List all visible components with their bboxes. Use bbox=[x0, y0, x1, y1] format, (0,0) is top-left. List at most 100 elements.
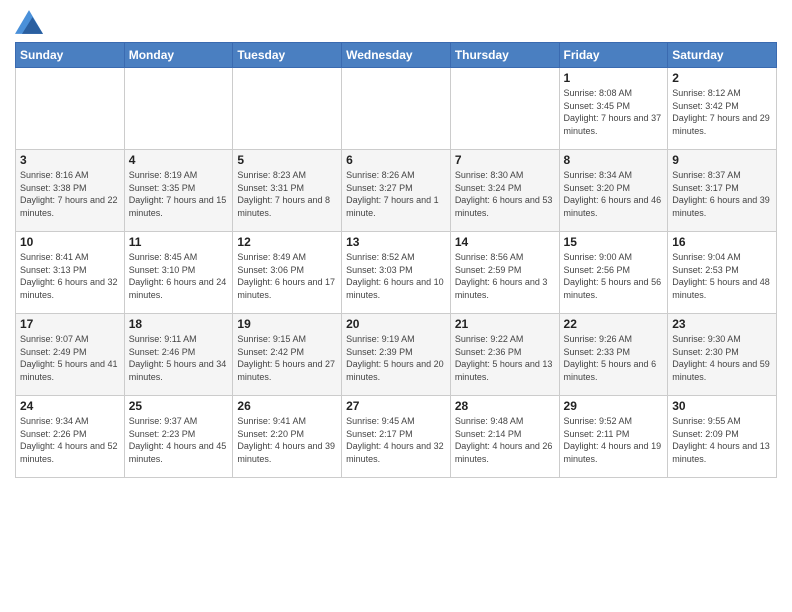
calendar-cell: 3 Sunrise: 8:16 AM Sunset: 3:38 PM Daylig… bbox=[16, 150, 125, 232]
calendar-cell: 15 Sunrise: 9:00 AM Sunset: 2:56 PM Dayli… bbox=[559, 232, 668, 314]
calendar-cell: 23Sunrise: 9:30 AM Sunset: 2:30 PM Dayli… bbox=[668, 314, 777, 396]
day-number: 22 bbox=[564, 317, 664, 331]
day-number: 5 bbox=[237, 153, 337, 167]
calendar-cell bbox=[233, 68, 342, 150]
day-info: Sunrise: 9:52 AM Sunset: 2:11 PM Dayligh… bbox=[564, 415, 664, 465]
calendar-cell: 29 Sunrise: 9:52 AM Sunset: 2:11 PM Dayli… bbox=[559, 396, 668, 478]
day-number: 27 bbox=[346, 399, 446, 413]
calendar-cell: 28Sunrise: 9:48 AM Sunset: 2:14 PM Dayli… bbox=[450, 396, 559, 478]
calendar-cell: 16 Sunrise: 9:04 AM Sunset: 2:53 PM Dayli… bbox=[668, 232, 777, 314]
calendar-cell: 7 Sunrise: 8:30 AM Sunset: 3:24 PM Daylig… bbox=[450, 150, 559, 232]
day-number: 2 bbox=[672, 71, 772, 85]
calendar-cell: 21Sunrise: 9:22 AM Sunset: 2:36 PM Dayli… bbox=[450, 314, 559, 396]
day-info: Sunrise: 8:49 AM Sunset: 3:06 PM Dayligh… bbox=[237, 251, 337, 301]
day-info: Sunrise: 9:30 AM Sunset: 2:30 PM Dayligh… bbox=[672, 333, 772, 383]
day-info: Sunrise: 9:07 AM Sunset: 2:49 PM Dayligh… bbox=[20, 333, 120, 383]
day-info: Sunrise: 8:23 AM Sunset: 3:31 PM Dayligh… bbox=[237, 169, 337, 219]
calendar-cell bbox=[450, 68, 559, 150]
day-info: Sunrise: 8:30 AM Sunset: 3:24 PM Dayligh… bbox=[455, 169, 555, 219]
calendar-cell: 6 Sunrise: 8:26 AM Sunset: 3:27 PM Daylig… bbox=[342, 150, 451, 232]
calendar-table: SundayMondayTuesdayWednesdayThursdayFrid… bbox=[15, 42, 777, 478]
day-info: Sunrise: 9:22 AM Sunset: 2:36 PM Dayligh… bbox=[455, 333, 555, 383]
day-info: Sunrise: 9:41 AM Sunset: 2:20 PM Dayligh… bbox=[237, 415, 337, 465]
calendar-week-1: 1Sunrise: 8:08 AM Sunset: 3:45 PM Daylig… bbox=[16, 68, 777, 150]
calendar-cell: 20Sunrise: 9:19 AM Sunset: 2:39 PM Dayli… bbox=[342, 314, 451, 396]
day-info: Sunrise: 8:37 AM Sunset: 3:17 PM Dayligh… bbox=[672, 169, 772, 219]
day-info: Sunrise: 8:26 AM Sunset: 3:27 PM Dayligh… bbox=[346, 169, 446, 219]
day-info: Sunrise: 8:41 AM Sunset: 3:13 PM Dayligh… bbox=[20, 251, 120, 301]
day-number: 15 bbox=[564, 235, 664, 249]
day-number: 26 bbox=[237, 399, 337, 413]
day-info: Sunrise: 8:08 AM Sunset: 3:45 PM Dayligh… bbox=[564, 87, 664, 137]
calendar-week-5: 24 Sunrise: 9:34 AM Sunset: 2:26 PM Dayli… bbox=[16, 396, 777, 478]
calendar-week-3: 10 Sunrise: 8:41 AM Sunset: 3:13 PM Dayli… bbox=[16, 232, 777, 314]
weekday-header-tuesday: Tuesday bbox=[233, 43, 342, 68]
calendar-cell: 26 Sunrise: 9:41 AM Sunset: 2:20 PM Dayli… bbox=[233, 396, 342, 478]
calendar-cell: 19 Sunrise: 9:15 AM Sunset: 2:42 PM Dayli… bbox=[233, 314, 342, 396]
calendar-cell: 10 Sunrise: 8:41 AM Sunset: 3:13 PM Dayli… bbox=[16, 232, 125, 314]
calendar-cell: 9 Sunrise: 8:37 AM Sunset: 3:17 PM Daylig… bbox=[668, 150, 777, 232]
weekday-header-monday: Monday bbox=[124, 43, 233, 68]
calendar-cell: 5 Sunrise: 8:23 AM Sunset: 3:31 PM Daylig… bbox=[233, 150, 342, 232]
calendar-week-4: 17 Sunrise: 9:07 AM Sunset: 2:49 PM Dayli… bbox=[16, 314, 777, 396]
weekday-header-sunday: Sunday bbox=[16, 43, 125, 68]
day-number: 7 bbox=[455, 153, 555, 167]
weekday-header-wednesday: Wednesday bbox=[342, 43, 451, 68]
day-number: 14 bbox=[455, 235, 555, 249]
day-number: 20 bbox=[346, 317, 446, 331]
calendar-cell bbox=[124, 68, 233, 150]
calendar-week-2: 3 Sunrise: 8:16 AM Sunset: 3:38 PM Daylig… bbox=[16, 150, 777, 232]
day-number: 13 bbox=[346, 235, 446, 249]
calendar-cell bbox=[342, 68, 451, 150]
calendar-header-row: SundayMondayTuesdayWednesdayThursdayFrid… bbox=[16, 43, 777, 68]
day-info: Sunrise: 8:34 AM Sunset: 3:20 PM Dayligh… bbox=[564, 169, 664, 219]
day-number: 29 bbox=[564, 399, 664, 413]
day-number: 17 bbox=[20, 317, 120, 331]
day-number: 25 bbox=[129, 399, 229, 413]
logo bbox=[15, 10, 47, 34]
calendar-cell bbox=[16, 68, 125, 150]
weekday-header-saturday: Saturday bbox=[668, 43, 777, 68]
calendar-cell: 30 Sunrise: 9:55 AM Sunset: 2:09 PM Dayli… bbox=[668, 396, 777, 478]
day-info: Sunrise: 8:16 AM Sunset: 3:38 PM Dayligh… bbox=[20, 169, 120, 219]
day-info: Sunrise: 8:56 AM Sunset: 2:59 PM Dayligh… bbox=[455, 251, 555, 301]
calendar-cell: 11 Sunrise: 8:45 AM Sunset: 3:10 PM Dayli… bbox=[124, 232, 233, 314]
logo-icon bbox=[15, 10, 43, 34]
day-info: Sunrise: 9:26 AM Sunset: 2:33 PM Dayligh… bbox=[564, 333, 664, 383]
calendar-cell: 17 Sunrise: 9:07 AM Sunset: 2:49 PM Dayli… bbox=[16, 314, 125, 396]
weekday-header-thursday: Thursday bbox=[450, 43, 559, 68]
day-info: Sunrise: 9:15 AM Sunset: 2:42 PM Dayligh… bbox=[237, 333, 337, 383]
day-number: 18 bbox=[129, 317, 229, 331]
day-number: 16 bbox=[672, 235, 772, 249]
day-number: 9 bbox=[672, 153, 772, 167]
day-number: 6 bbox=[346, 153, 446, 167]
calendar-cell: 4Sunrise: 8:19 AM Sunset: 3:35 PM Daylig… bbox=[124, 150, 233, 232]
day-info: Sunrise: 9:34 AM Sunset: 2:26 PM Dayligh… bbox=[20, 415, 120, 465]
calendar-cell: 2 Sunrise: 8:12 AM Sunset: 3:42 PM Daylig… bbox=[668, 68, 777, 150]
calendar-cell: 1Sunrise: 8:08 AM Sunset: 3:45 PM Daylig… bbox=[559, 68, 668, 150]
day-info: Sunrise: 9:37 AM Sunset: 2:23 PM Dayligh… bbox=[129, 415, 229, 465]
day-info: Sunrise: 8:52 AM Sunset: 3:03 PM Dayligh… bbox=[346, 251, 446, 301]
calendar-cell: 13 Sunrise: 8:52 AM Sunset: 3:03 PM Dayli… bbox=[342, 232, 451, 314]
calendar-cell: 22 Sunrise: 9:26 AM Sunset: 2:33 PM Dayli… bbox=[559, 314, 668, 396]
day-number: 3 bbox=[20, 153, 120, 167]
day-info: Sunrise: 9:55 AM Sunset: 2:09 PM Dayligh… bbox=[672, 415, 772, 465]
day-info: Sunrise: 9:45 AM Sunset: 2:17 PM Dayligh… bbox=[346, 415, 446, 465]
day-info: Sunrise: 8:45 AM Sunset: 3:10 PM Dayligh… bbox=[129, 251, 229, 301]
day-number: 12 bbox=[237, 235, 337, 249]
calendar-cell: 8 Sunrise: 8:34 AM Sunset: 3:20 PM Daylig… bbox=[559, 150, 668, 232]
day-info: Sunrise: 8:12 AM Sunset: 3:42 PM Dayligh… bbox=[672, 87, 772, 137]
day-number: 24 bbox=[20, 399, 120, 413]
day-number: 11 bbox=[129, 235, 229, 249]
day-info: Sunrise: 9:11 AM Sunset: 2:46 PM Dayligh… bbox=[129, 333, 229, 383]
day-number: 30 bbox=[672, 399, 772, 413]
day-info: Sunrise: 9:04 AM Sunset: 2:53 PM Dayligh… bbox=[672, 251, 772, 301]
day-number: 8 bbox=[564, 153, 664, 167]
header bbox=[15, 10, 777, 34]
calendar-cell: 12 Sunrise: 8:49 AM Sunset: 3:06 PM Dayli… bbox=[233, 232, 342, 314]
day-info: Sunrise: 8:19 AM Sunset: 3:35 PM Dayligh… bbox=[129, 169, 229, 219]
day-number: 10 bbox=[20, 235, 120, 249]
day-info: Sunrise: 9:00 AM Sunset: 2:56 PM Dayligh… bbox=[564, 251, 664, 301]
day-number: 19 bbox=[237, 317, 337, 331]
day-info: Sunrise: 9:48 AM Sunset: 2:14 PM Dayligh… bbox=[455, 415, 555, 465]
